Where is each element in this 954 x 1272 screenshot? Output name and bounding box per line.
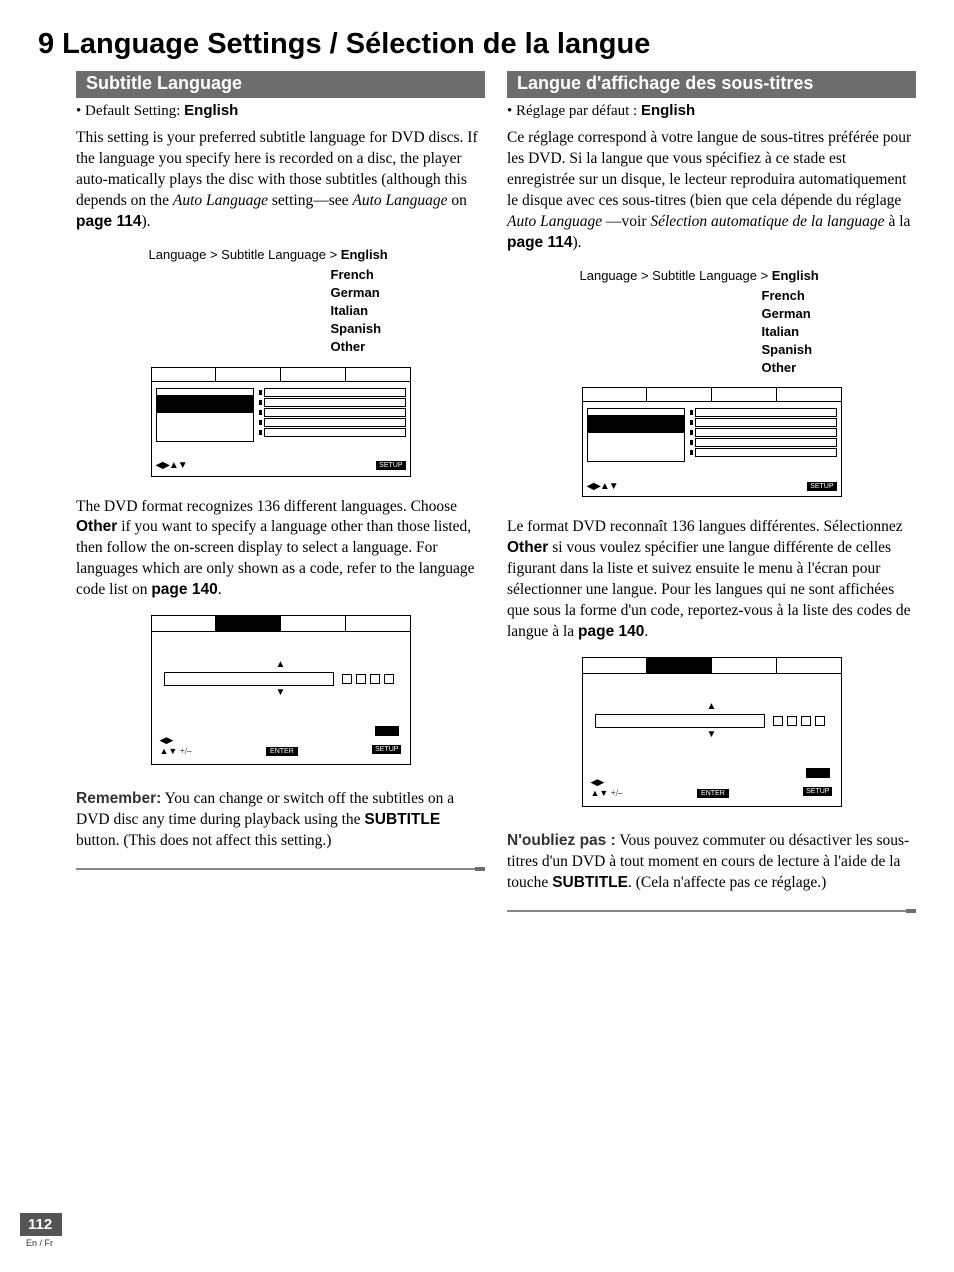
enter-badge-fr: ENTER	[697, 789, 729, 798]
menu-path-fr: Language > Subtitle Language > English	[562, 268, 862, 283]
para2-page-fr: page 140	[578, 623, 644, 640]
section-header-fr: Langue d'affichage des sous-titres	[507, 71, 916, 98]
para2-strong-fr: Other	[507, 539, 548, 556]
menu-opt-spanish-en: Spanish	[331, 320, 431, 338]
menu-opt-spanish-fr: Spanish	[762, 341, 862, 359]
nav-plusminus-fr: ◀▶▲▼ +/–	[591, 777, 623, 798]
menu-opt-german-fr: German	[762, 305, 862, 323]
footer-lang-code: En / Fr	[20, 1238, 62, 1248]
column-french: Langue d'affichage des sous-titres • Rég…	[507, 71, 916, 912]
page-number: 112	[20, 1213, 62, 1236]
remember-b-en: button. (This does not affect this setti…	[76, 832, 331, 849]
para2-page-en: page 140	[151, 581, 217, 598]
intro-page-fr: page 114	[507, 234, 573, 251]
menu-options-en: French German Italian Spanish Other	[131, 266, 431, 357]
para2-b-fr: si vous voulez spécifier une langue diff…	[507, 539, 911, 640]
menu-options-fr: French German Italian Spanish Other	[562, 287, 862, 378]
setup-return-en: SETUP	[372, 726, 401, 756]
para2-a-fr: Le format DVD reconnaît 136 langues diff…	[507, 518, 903, 535]
menu-opt-french-fr: French	[762, 287, 862, 305]
menu-path-a-fr: Language > Subtitle Language >	[580, 268, 772, 283]
code-entry-schematic-en: ▲ ▼ ◀▶▲▼ +/– ENTER SETUP	[151, 615, 411, 765]
arrow-down-icon: ▼	[164, 688, 398, 698]
intro-b-en: setting—see	[268, 192, 352, 209]
remember-block-en: Remember: You can change or switch off t…	[76, 789, 485, 852]
intro-em1-en: Auto Language	[173, 192, 268, 209]
para2-b-en: if you want to specify a language other …	[76, 518, 475, 598]
para2-fr: Le format DVD reconnaît 136 langues diff…	[507, 517, 916, 643]
remember-strong-en: SUBTITLE	[364, 811, 440, 828]
intro-b-fr: —voir	[602, 213, 650, 230]
two-column-layout: Subtitle Language • Default Setting: Eng…	[0, 71, 954, 912]
menu-opt-italian-en: Italian	[331, 302, 431, 320]
intro-em2-fr: Sélection automatique de la language	[650, 213, 884, 230]
intro-end-en: ).	[142, 213, 151, 230]
section-header-en: Subtitle Language	[76, 71, 485, 98]
nav-arrows-icon: ◀▶▲▼	[156, 460, 187, 471]
section-divider-fr	[507, 910, 916, 912]
intro-page-en: page 114	[76, 213, 142, 230]
para2-en: The DVD format recognizes 136 different …	[76, 497, 485, 602]
menu-path-a-en: Language > Subtitle Language >	[149, 247, 341, 262]
default-setting-en: • Default Setting: English	[76, 102, 485, 120]
menu-opt-italian-fr: Italian	[762, 323, 862, 341]
default-label-en: • Default Setting:	[76, 103, 184, 119]
intro-paragraph-en: This setting is your preferred subtitle …	[76, 128, 485, 233]
setup-badge-en: SETUP	[376, 461, 405, 470]
intro-a-fr: Ce réglage correspond à votre langue de …	[507, 129, 911, 209]
menu-path-en: Language > Subtitle Language > English	[131, 247, 431, 262]
arrow-up-icon-fr: ▲	[595, 702, 829, 712]
intro-em2-en: Auto Language	[352, 192, 447, 209]
column-english: Subtitle Language • Default Setting: Eng…	[76, 71, 485, 912]
menu-opt-other-en: Other	[331, 338, 431, 356]
enter-badge-en: ENTER	[266, 747, 298, 756]
intro-em1-fr: Auto Language	[507, 213, 602, 230]
para2-strong-en: Other	[76, 518, 117, 535]
default-value-fr: English	[641, 102, 695, 119]
nav-plusminus-en: ◀▶▲▼ +/–	[160, 735, 192, 756]
remember-block-fr: N'oubliez pas : Vous pouvez commuter ou …	[507, 831, 916, 894]
remember-lead-fr: N'oubliez pas :	[507, 832, 616, 849]
menu-opt-french-en: French	[331, 266, 431, 284]
page-title: 9 Language Settings / Sélection de la la…	[0, 0, 954, 71]
default-label-fr: • Réglage par défaut :	[507, 103, 641, 119]
section-divider-en	[76, 868, 485, 870]
osd-schematic-en: ◀▶▲▼ SETUP	[151, 367, 411, 477]
code-entry-schematic-fr: ▲ ▼ ◀▶▲▼ +/– ENTER SETUP	[582, 657, 842, 807]
nav-arrows-icon-fr: ◀▶▲▼	[587, 481, 618, 492]
menu-illustration-en: Language > Subtitle Language > English F…	[131, 247, 431, 477]
remember-strong-fr: SUBTITLE	[552, 874, 628, 891]
menu-opt-other-fr: Other	[762, 359, 862, 377]
menu-opt-german-en: German	[331, 284, 431, 302]
para2-a-en: The DVD format recognizes 136 different …	[76, 498, 457, 515]
remember-lead-en: Remember:	[76, 790, 161, 807]
intro-c-fr: à la	[885, 213, 911, 230]
intro-end-fr: ).	[573, 234, 582, 251]
menu-path-sel-en: English	[341, 247, 388, 262]
remember-b-fr: . (Cela n'affecte pas ce réglage.)	[628, 874, 826, 891]
menu-path-sel-fr: English	[772, 268, 819, 283]
intro-c-en: on	[448, 192, 467, 209]
intro-paragraph-fr: Ce réglage correspond à votre langue de …	[507, 128, 916, 254]
menu-illustration-fr: Language > Subtitle Language > English F…	[562, 268, 862, 498]
arrow-down-icon-fr: ▼	[595, 730, 829, 740]
arrow-up-icon: ▲	[164, 660, 398, 670]
setup-return-fr: SETUP	[803, 768, 832, 798]
osd-schematic-fr: ◀▶▲▼ SETUP	[582, 387, 842, 497]
para2-end-fr: .	[644, 623, 648, 640]
page-footer: 112 En / Fr	[20, 1213, 62, 1248]
para2-end-en: .	[218, 581, 222, 598]
setup-badge-fr: SETUP	[807, 482, 836, 491]
default-setting-fr: • Réglage par défaut : English	[507, 102, 916, 120]
default-value-en: English	[184, 102, 238, 119]
